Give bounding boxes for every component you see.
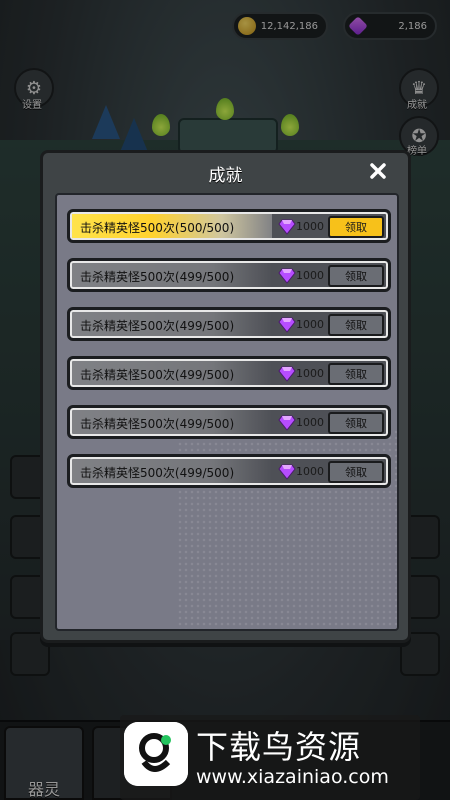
gem-icon [278, 366, 296, 382]
reward-amount: 1000 [296, 465, 324, 478]
claim-button[interactable]: 领取 [328, 363, 384, 385]
claim-button[interactable]: 领取 [328, 216, 384, 238]
achievement-description: 击杀精英怪500次(499/500) [80, 270, 235, 284]
claim-button[interactable]: 领取 [328, 265, 384, 287]
achievement-description: 击杀精英怪500次(499/500) [80, 319, 235, 333]
watermark-url: www.xiazainiao.com [196, 766, 389, 788]
achievement-list[interactable]: 击杀精英怪500次(500/500) 1000 领取 击杀精英怪500次(499/50… [55, 193, 399, 631]
gem-icon [278, 415, 296, 431]
dialog-header: 成就 [43, 153, 408, 191]
gem-icon [278, 464, 296, 480]
achievement-description: 击杀精英怪500次(499/500) [80, 466, 235, 480]
reward-amount: 1000 [296, 416, 324, 429]
reward-amount: 1000 [296, 220, 324, 233]
achievement-row: 击杀精英怪500次(499/500) 1000 领取 [67, 454, 391, 488]
achievement-row: 击杀精英怪500次(499/500) 1000 领取 [67, 258, 391, 292]
claim-button[interactable]: 领取 [328, 412, 384, 434]
bird-logo-graphic [124, 722, 188, 786]
achievement-row: 击杀精英怪500次(500/500) 1000 领取 [67, 209, 391, 243]
claim-button[interactable]: 领取 [328, 461, 384, 483]
gem-icon [278, 317, 296, 333]
reward-amount: 1000 [296, 269, 324, 282]
achievement-description: 击杀精英怪500次(499/500) [80, 417, 235, 431]
reward-amount: 1000 [296, 318, 324, 331]
achievement-description: 击杀精英怪500次(500/500) [80, 221, 235, 235]
bird-logo-icon [124, 722, 188, 786]
gem-icon [278, 219, 296, 235]
dialog-title: 成就 [208, 166, 243, 186]
achievement-row: 击杀精英怪500次(499/500) 1000 领取 [67, 405, 391, 439]
close-icon [370, 163, 386, 179]
close-button[interactable] [366, 159, 390, 183]
reward-amount: 1000 [296, 367, 324, 380]
gem-icon [278, 268, 296, 284]
claim-button[interactable]: 领取 [328, 314, 384, 336]
achievement-description: 击杀精英怪500次(499/500) [80, 368, 235, 382]
achievement-row: 击杀精英怪500次(499/500) 1000 领取 [67, 307, 391, 341]
achievement-row: 击杀精英怪500次(499/500) 1000 领取 [67, 356, 391, 390]
watermark-title: 下载鸟资源 [196, 728, 362, 766]
achievement-dialog: 成就 击杀精英怪500次(500/500) 1000 领取 击杀精英怪500次(499… [40, 150, 411, 643]
